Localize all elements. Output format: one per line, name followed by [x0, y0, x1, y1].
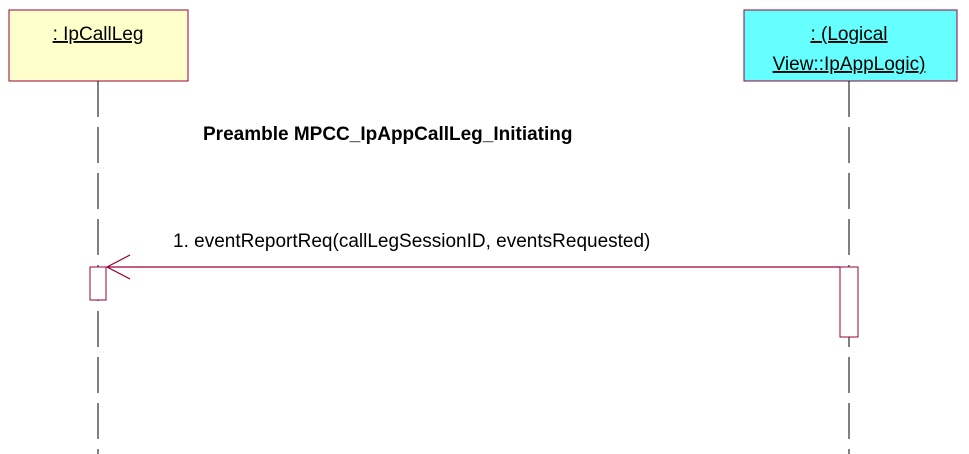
lifeline-label-ipapplogic-line2: View::IpAppLogic)	[773, 54, 926, 75]
message-label: 1. eventReportReq(callLegSessionID, even…	[173, 231, 650, 252]
activation-ipapplogic	[839, 266, 859, 338]
activation-ipcallleg	[89, 266, 107, 301]
sequence-diagram: : IpCallLeg : (Logical View::IpAppLogic)…	[8, 9, 958, 454]
lifeline-label-ipapplogic-line1: : (Logical	[810, 24, 887, 45]
diagram-title: Preamble MPCC_IpAppCallLeg_Initiating	[203, 124, 573, 145]
lifeline-label-ipcallleg: : IpCallLeg	[53, 24, 144, 45]
lifeline-box-ipcallleg	[8, 9, 189, 82]
